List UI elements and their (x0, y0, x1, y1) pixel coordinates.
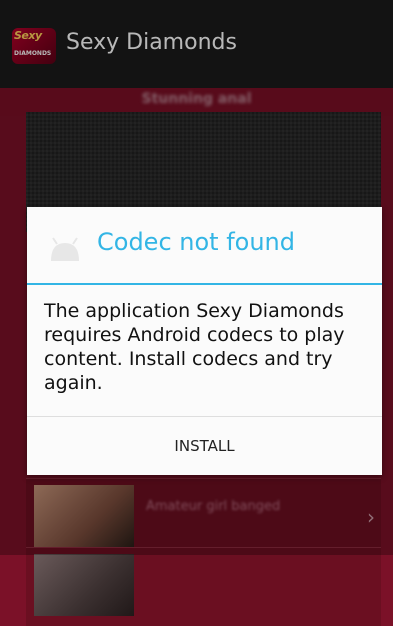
codec-dialog: Codec not found The application Sexy Dia… (27, 207, 382, 475)
install-button[interactable]: INSTALL (27, 417, 382, 475)
list-item[interactable] (26, 547, 381, 626)
video-thumbnail (34, 554, 134, 616)
dialog-title-divider (27, 283, 382, 285)
android-icon (51, 237, 79, 261)
dialog-title: Codec not found (97, 228, 295, 256)
dialog-message: The application Sexy Diamonds requires A… (44, 300, 345, 394)
dialog-header: Codec not found (27, 207, 382, 283)
